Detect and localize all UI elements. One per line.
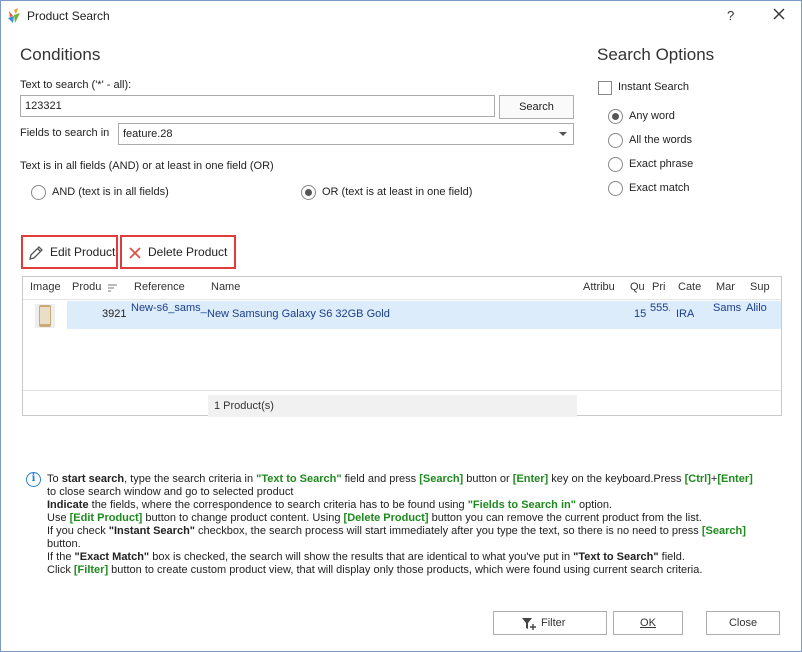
- cell-quantity: 15: [634, 308, 647, 320]
- close-icon[interactable]: [771, 6, 787, 22]
- or-radio[interactable]: [301, 185, 316, 200]
- product-thumbnail: [35, 304, 55, 328]
- help-text: To start search, type the search criteri…: [47, 473, 753, 576]
- cell-supplier: Alilo: [746, 302, 767, 314]
- all-words-radio[interactable]: [608, 133, 623, 148]
- close-button[interactable]: Close: [706, 611, 780, 635]
- col-price[interactable]: Pri: [652, 281, 668, 293]
- grid-divider: [23, 390, 781, 391]
- chevron-down-icon: [559, 132, 567, 136]
- help-button[interactable]: ?: [727, 8, 734, 23]
- fields-to-search-value: feature.28: [123, 128, 173, 140]
- logic-label: Text is in all fields (AND) or at least …: [20, 160, 274, 172]
- and-option-label: AND (text is in all fields): [52, 186, 169, 198]
- cell-manufacturer: Sams: [713, 302, 741, 314]
- sort-icon: [108, 284, 117, 292]
- fields-to-search-label: Fields to search in: [20, 127, 110, 139]
- col-quantity[interactable]: Qu: [630, 281, 644, 293]
- delete-product-button[interactable]: Delete Product: [120, 235, 236, 269]
- grid-header: Image Produ Reference Name Attribu Qu Pr…: [23, 277, 781, 300]
- col-image[interactable]: Image: [30, 281, 62, 293]
- col-name[interactable]: Name: [211, 281, 271, 293]
- edit-product-button[interactable]: Edit Product: [21, 235, 118, 269]
- and-radio[interactable]: [31, 185, 46, 200]
- or-option-label: OR (text is at least in one field): [322, 186, 473, 198]
- table-row[interactable]: 3921 New-s6_sams_ New Samsung Galaxy S6 …: [23, 301, 781, 329]
- cell-category: IRA: [676, 308, 695, 320]
- product-grid[interactable]: Image Produ Reference Name Attribu Qu Pr…: [22, 276, 782, 417]
- edit-product-label: Edit Product: [50, 245, 116, 259]
- any-word-label: Any word: [629, 110, 675, 122]
- fields-to-search-select[interactable]: feature.28: [118, 123, 574, 145]
- col-product-id[interactable]: Produ: [72, 281, 104, 293]
- cell-name: New Samsung Galaxy S6 32GB Gold: [207, 308, 390, 320]
- text-to-search-input[interactable]: 123321: [20, 95, 495, 117]
- grid-footer: 1 Product(s): [208, 395, 577, 417]
- exact-match-label: Exact match: [629, 182, 690, 194]
- cell-price: 555.: [650, 302, 670, 314]
- delete-x-icon: [129, 247, 141, 259]
- product-count: 1 Product(s): [214, 400, 274, 412]
- any-word-radio[interactable]: [608, 109, 623, 124]
- conditions-heading: Conditions: [20, 45, 101, 64]
- ok-button[interactable]: OK: [613, 611, 683, 635]
- exact-phrase-label: Exact phrase: [629, 158, 694, 170]
- pencil-icon: [29, 246, 43, 260]
- delete-product-label: Delete Product: [148, 245, 228, 259]
- app-logo-icon: [8, 8, 20, 23]
- cell-product-id: 3921: [102, 308, 127, 320]
- title-bar: Product Search ?: [1, 1, 801, 33]
- col-reference[interactable]: Reference: [134, 281, 204, 293]
- col-attributes[interactable]: Attribu: [583, 281, 621, 293]
- search-button[interactable]: Search: [499, 95, 574, 119]
- exact-phrase-radio[interactable]: [608, 157, 623, 172]
- filter-icon: [522, 618, 536, 630]
- filter-label: Filter: [541, 617, 566, 629]
- instant-search-checkbox[interactable]: [598, 81, 612, 95]
- col-manufacturer[interactable]: Mar: [716, 281, 740, 293]
- cell-reference: New-s6_sams_: [131, 302, 207, 314]
- exact-match-radio[interactable]: [608, 181, 623, 196]
- filter-button[interactable]: Filter: [493, 611, 607, 635]
- instant-search-label: Instant Search: [618, 81, 689, 93]
- product-search-window: Product Search ? Conditions Text to sear…: [0, 0, 802, 652]
- col-category[interactable]: Cate: [678, 281, 704, 293]
- window-title: Product Search: [27, 9, 110, 23]
- col-supplier[interactable]: Sup: [750, 281, 774, 293]
- all-words-label: All the words: [629, 134, 692, 146]
- info-icon: i: [26, 472, 41, 487]
- text-to-search-label: Text to search ('*' - all):: [20, 79, 132, 91]
- search-options-heading: Search Options: [597, 45, 715, 64]
